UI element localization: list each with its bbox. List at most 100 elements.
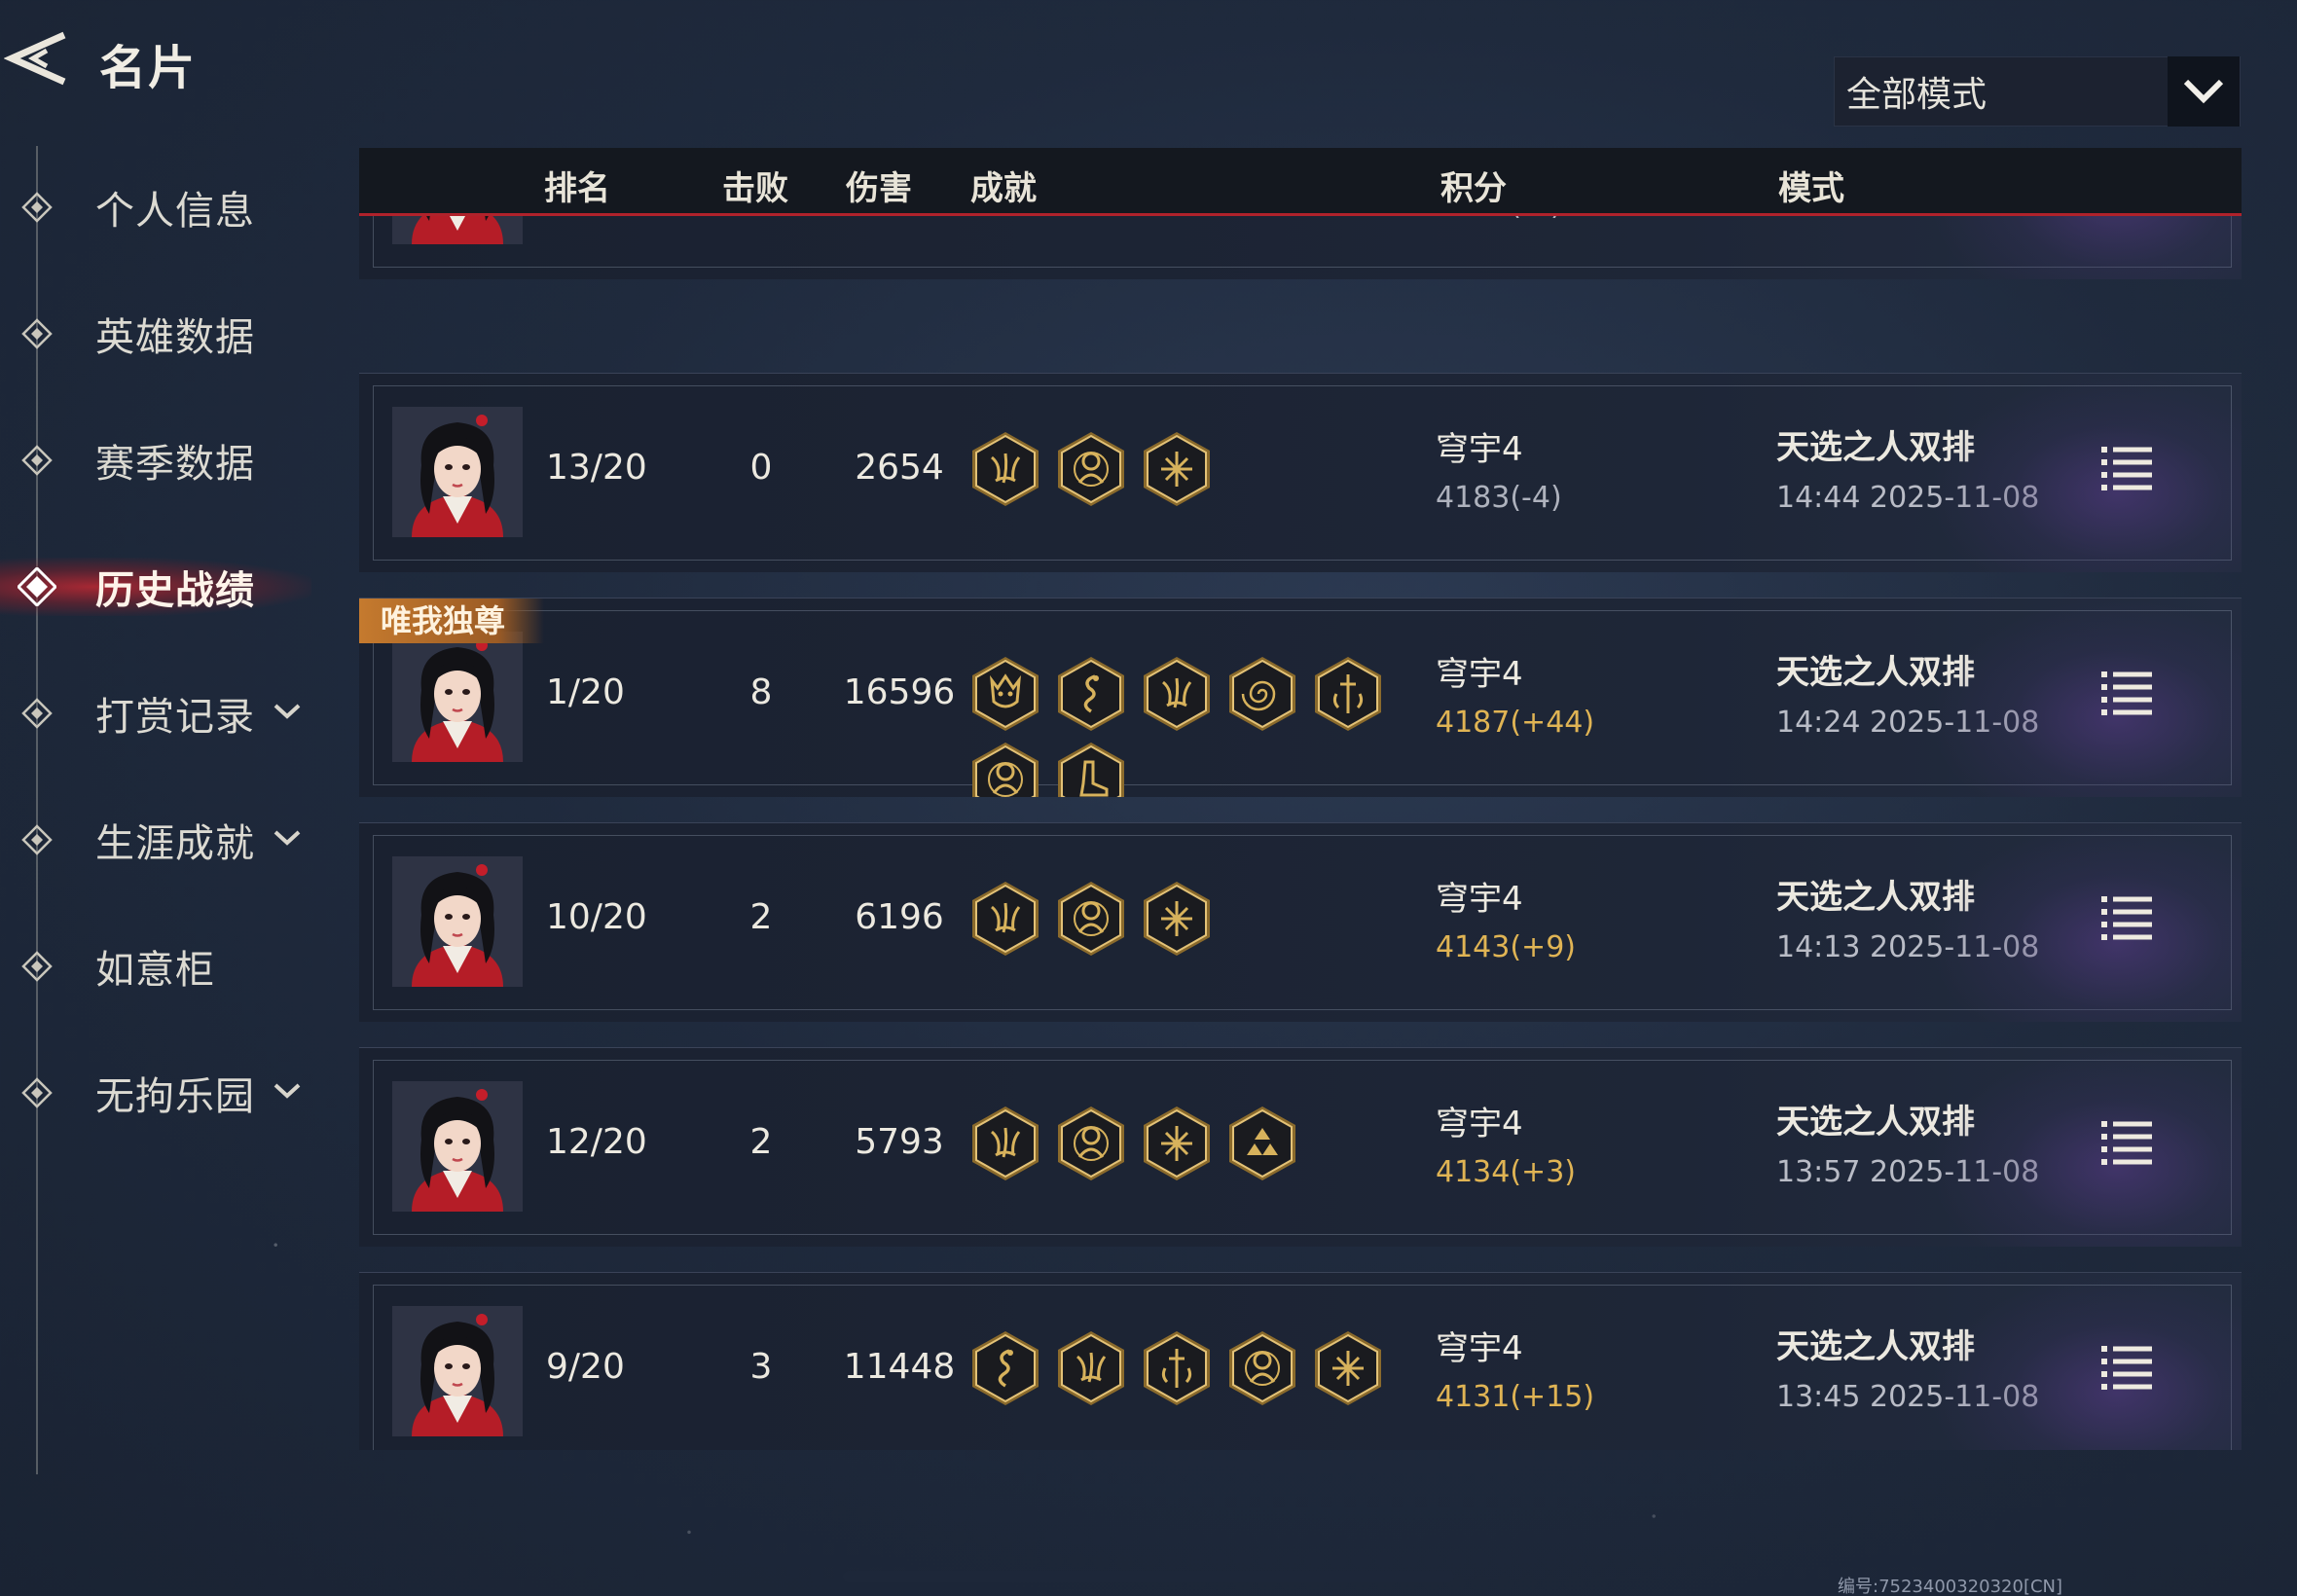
mode-filter-label: 全部模式 [1846,75,1987,115]
sidebar-item-label: 历史战绩 [95,568,255,613]
header-mode: 模式 [1778,169,1844,208]
dragon-badge-icon[interactable] [970,1329,1040,1407]
detail-menu-icon[interactable] [2099,444,2154,492]
table-row[interactable]: 12/20 2 5793 穹宇4 4134(+3) 天选之人双排 13:57 2025-11… [359,1047,2242,1247]
sidebar-item-label: 打赏记录 [95,695,255,740]
score-change: 4183(-4) [1436,481,1562,515]
warrior-badge-icon[interactable] [1056,1105,1126,1182]
diamond-icon [18,188,56,227]
sidebar-item-4[interactable]: 历史战绩 [0,548,331,626]
diamond-icon [18,441,56,480]
sword-badge-icon[interactable] [1313,655,1383,733]
score-tier: 穹宇4 [1436,430,1523,469]
detail-menu-icon[interactable] [2099,1118,2154,1167]
hero-avatar [392,632,523,762]
sidebar-item-6[interactable]: 生涯成就 [0,801,331,879]
page-title: 名片 [99,41,198,95]
achievement-list [970,1105,1399,1247]
phoenix-badge-icon[interactable] [970,880,1040,958]
damage-value: 16596 [843,672,956,712]
home-indicator[interactable] [843,1571,1454,1582]
match-time: 14:44 2025-11-08 [1776,481,2040,515]
detail-menu-icon[interactable] [2099,669,2154,717]
diamond-icon [18,1073,56,1112]
diamond-icon [16,565,58,608]
dragon-badge-icon[interactable] [1056,655,1126,733]
mode-name: 天选之人双排 [1776,428,1975,467]
header-score: 积分 [1440,169,1507,208]
burst-badge-icon[interactable] [1142,880,1212,958]
kills-value: 8 [749,672,773,712]
burst-badge-icon[interactable] [1142,430,1212,508]
sidebar-item-3[interactable]: 赛季数据 [0,421,331,499]
triangle-badge-icon[interactable] [1227,1105,1297,1182]
kills-value: 0 [749,448,773,488]
header-achievements: 成就 [970,169,1037,208]
table-row[interactable]: 13/20 0 2654 穹宇4 4183(-4) 天选之人双排 14:44 2025-11… [359,373,2242,572]
header-kills: 击败 [722,169,788,208]
kills-value: 2 [749,1122,773,1162]
score-tier: 穹宇4 [1436,880,1523,919]
burst-badge-icon[interactable] [1142,1105,1212,1182]
hero-avatar [392,856,523,987]
phoenix-badge-icon[interactable] [970,430,1040,508]
table-row[interactable]: 10/20 2 6196 穹宇4 4143(+9) 天选之人双排 14:13 2025-11… [359,822,2242,1022]
warrior-badge-icon[interactable] [1056,430,1126,508]
demon-badge-icon[interactable] [970,655,1040,733]
phoenix-badge-icon[interactable] [1142,655,1212,733]
rank-value: 12/20 [546,1122,647,1162]
sidebar-item-label: 如意柜 [95,948,215,993]
achievement-list [970,430,1399,572]
match-time: 13:57 2025-11-08 [1776,1155,2040,1189]
warrior-badge-icon[interactable] [970,741,1040,797]
sidebar-item-5[interactable]: 打赏记录 [0,674,331,752]
detail-menu-icon[interactable] [2099,1343,2154,1392]
warrior-badge-icon[interactable] [1227,1329,1297,1407]
detail-menu-icon[interactable] [2099,893,2154,942]
phoenix-badge-icon[interactable] [1056,1329,1126,1407]
sword-badge-icon[interactable] [1142,1329,1212,1407]
chevron-down-icon [273,702,302,725]
back-button[interactable] [3,29,72,88]
rank-value: 1/20 [546,672,625,712]
sidebar-item-8[interactable]: 无拘乐园 [0,1054,331,1132]
diamond-icon [18,947,56,986]
sidebar-item-label: 个人信息 [95,189,255,234]
sidebar-item-label: 无拘乐园 [95,1074,255,1119]
achievement-list [970,1329,1399,1450]
match-time: 13:45 2025-11-08 [1776,1380,2040,1414]
hero-avatar [392,1306,523,1436]
score-change: 4134(+3) [1436,1155,1576,1189]
mode-name: 天选之人双排 [1776,1327,1975,1366]
burst-badge-icon[interactable] [1313,1329,1383,1407]
sidebar-item-1[interactable]: 个人信息 [0,168,331,246]
sidebar-item-label: 英雄数据 [95,315,255,360]
chevron-down-icon [273,1081,302,1105]
match-history-rows[interactable]: 11/2004058穹宇44180(-3)天选之人双排14:52 2025-11… [359,148,2242,1450]
mode-name: 天选之人双排 [1776,878,1975,917]
score-tier: 穹宇4 [1436,655,1523,694]
spiral-badge-icon[interactable] [1227,655,1297,733]
damage-value: 2654 [855,448,944,488]
damage-value: 6196 [855,897,944,937]
boot-badge-icon[interactable] [1056,741,1126,797]
score-change: 4131(+15) [1436,1380,1595,1414]
warrior-badge-icon[interactable] [1056,880,1126,958]
title-tag: 唯我独尊 [359,598,545,643]
table-row[interactable]: 唯我独尊 1/20 8 16596 穹宇4 4187(+44) 天选之人双排 14:24 20… [359,598,2242,797]
phoenix-badge-icon[interactable] [970,1105,1040,1182]
sidebar-item-label: 赛季数据 [95,442,255,487]
score-tier: 穹宇4 [1436,1329,1523,1368]
achievement-list [970,880,1399,1022]
score-tier: 穹宇4 [1436,1105,1523,1143]
sidebar-item-7[interactable]: 如意柜 [0,927,331,1005]
kills-value: 2 [749,897,773,937]
chevron-down-icon [273,828,302,852]
match-time: 14:24 2025-11-08 [1776,706,2040,740]
sidebar-item-2[interactable]: 英雄数据 [0,295,331,373]
table-row[interactable]: 9/20 3 11448 穹宇4 4131(+15) 天选之人双排 13:45 2025-1… [359,1272,2242,1450]
back-arrow-icon [3,31,66,86]
achievement-list [970,655,1399,797]
rank-value: 9/20 [546,1347,625,1387]
mode-filter-dropdown[interactable]: 全部模式 [1834,56,2241,127]
